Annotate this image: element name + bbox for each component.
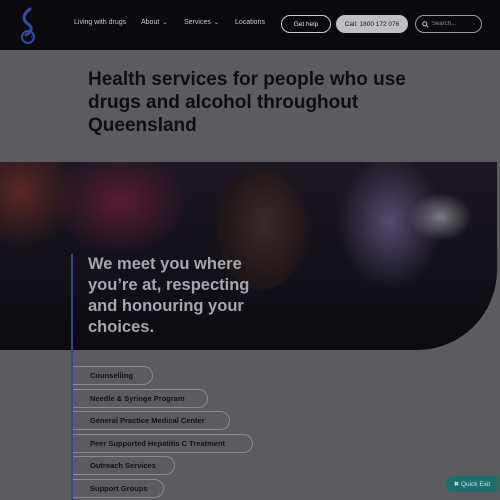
nav-about[interactable]: About ⌄	[141, 19, 167, 26]
service-link-general-practice[interactable]: General Practice Medical Center	[73, 411, 230, 430]
services-list: Counselling Needle & Syringe Program Gen…	[0, 350, 500, 500]
get-help-button[interactable]: Get help	[281, 15, 331, 33]
hero-tagline: We meet you where you’re at, respecting …	[88, 255, 250, 336]
chevron-down-icon: ⌄	[213, 20, 219, 26]
site-header: Q Living with drugs About ⌄ Services ⌄ Loc…	[0, 0, 500, 50]
quick-exit-button[interactable]: ✖ Quick Exit	[446, 476, 498, 492]
service-link-support-groups[interactable]: Support Groups	[73, 479, 164, 498]
nav-locations[interactable]: Locations	[235, 19, 265, 26]
hero-section: We meet you where you’re at, respecting …	[0, 162, 500, 350]
search-input[interactable]	[432, 21, 478, 27]
nav-locations-label: Locations	[235, 19, 265, 26]
service-link-needle-syringe[interactable]: Needle & Syringe Program	[73, 389, 208, 408]
svg-text:Q: Q	[31, 35, 35, 41]
nav-services[interactable]: Services ⌄	[184, 19, 219, 26]
call-label: Call: 1800 172 076	[344, 20, 400, 28]
search-box[interactable]	[415, 15, 482, 33]
call-button[interactable]: Call: 1800 172 076	[336, 15, 408, 33]
service-link-hepatitis-c[interactable]: Peer Supported Hepatitis C Treatment	[73, 434, 253, 453]
page-title: Health services for people who use drugs…	[88, 69, 406, 136]
get-help-label: Get help	[293, 20, 319, 28]
nav-services-label: Services	[184, 19, 211, 26]
quick-exit-label: ✖ Quick Exit	[453, 481, 491, 488]
nav-living-with-drugs[interactable]: Living with drugs	[74, 19, 126, 26]
chevron-down-icon: ⌄	[162, 20, 168, 26]
service-link-counselling[interactable]: Counselling	[73, 366, 153, 385]
service-link-outreach[interactable]: Outreach Services	[73, 456, 175, 475]
hero-accent-bar	[71, 254, 73, 350]
nav-living-label: Living with drugs	[74, 19, 127, 26]
search-icon	[422, 20, 429, 28]
nav-about-label: About	[141, 19, 160, 26]
queensland-logo-icon[interactable]: Q	[13, 6, 43, 44]
